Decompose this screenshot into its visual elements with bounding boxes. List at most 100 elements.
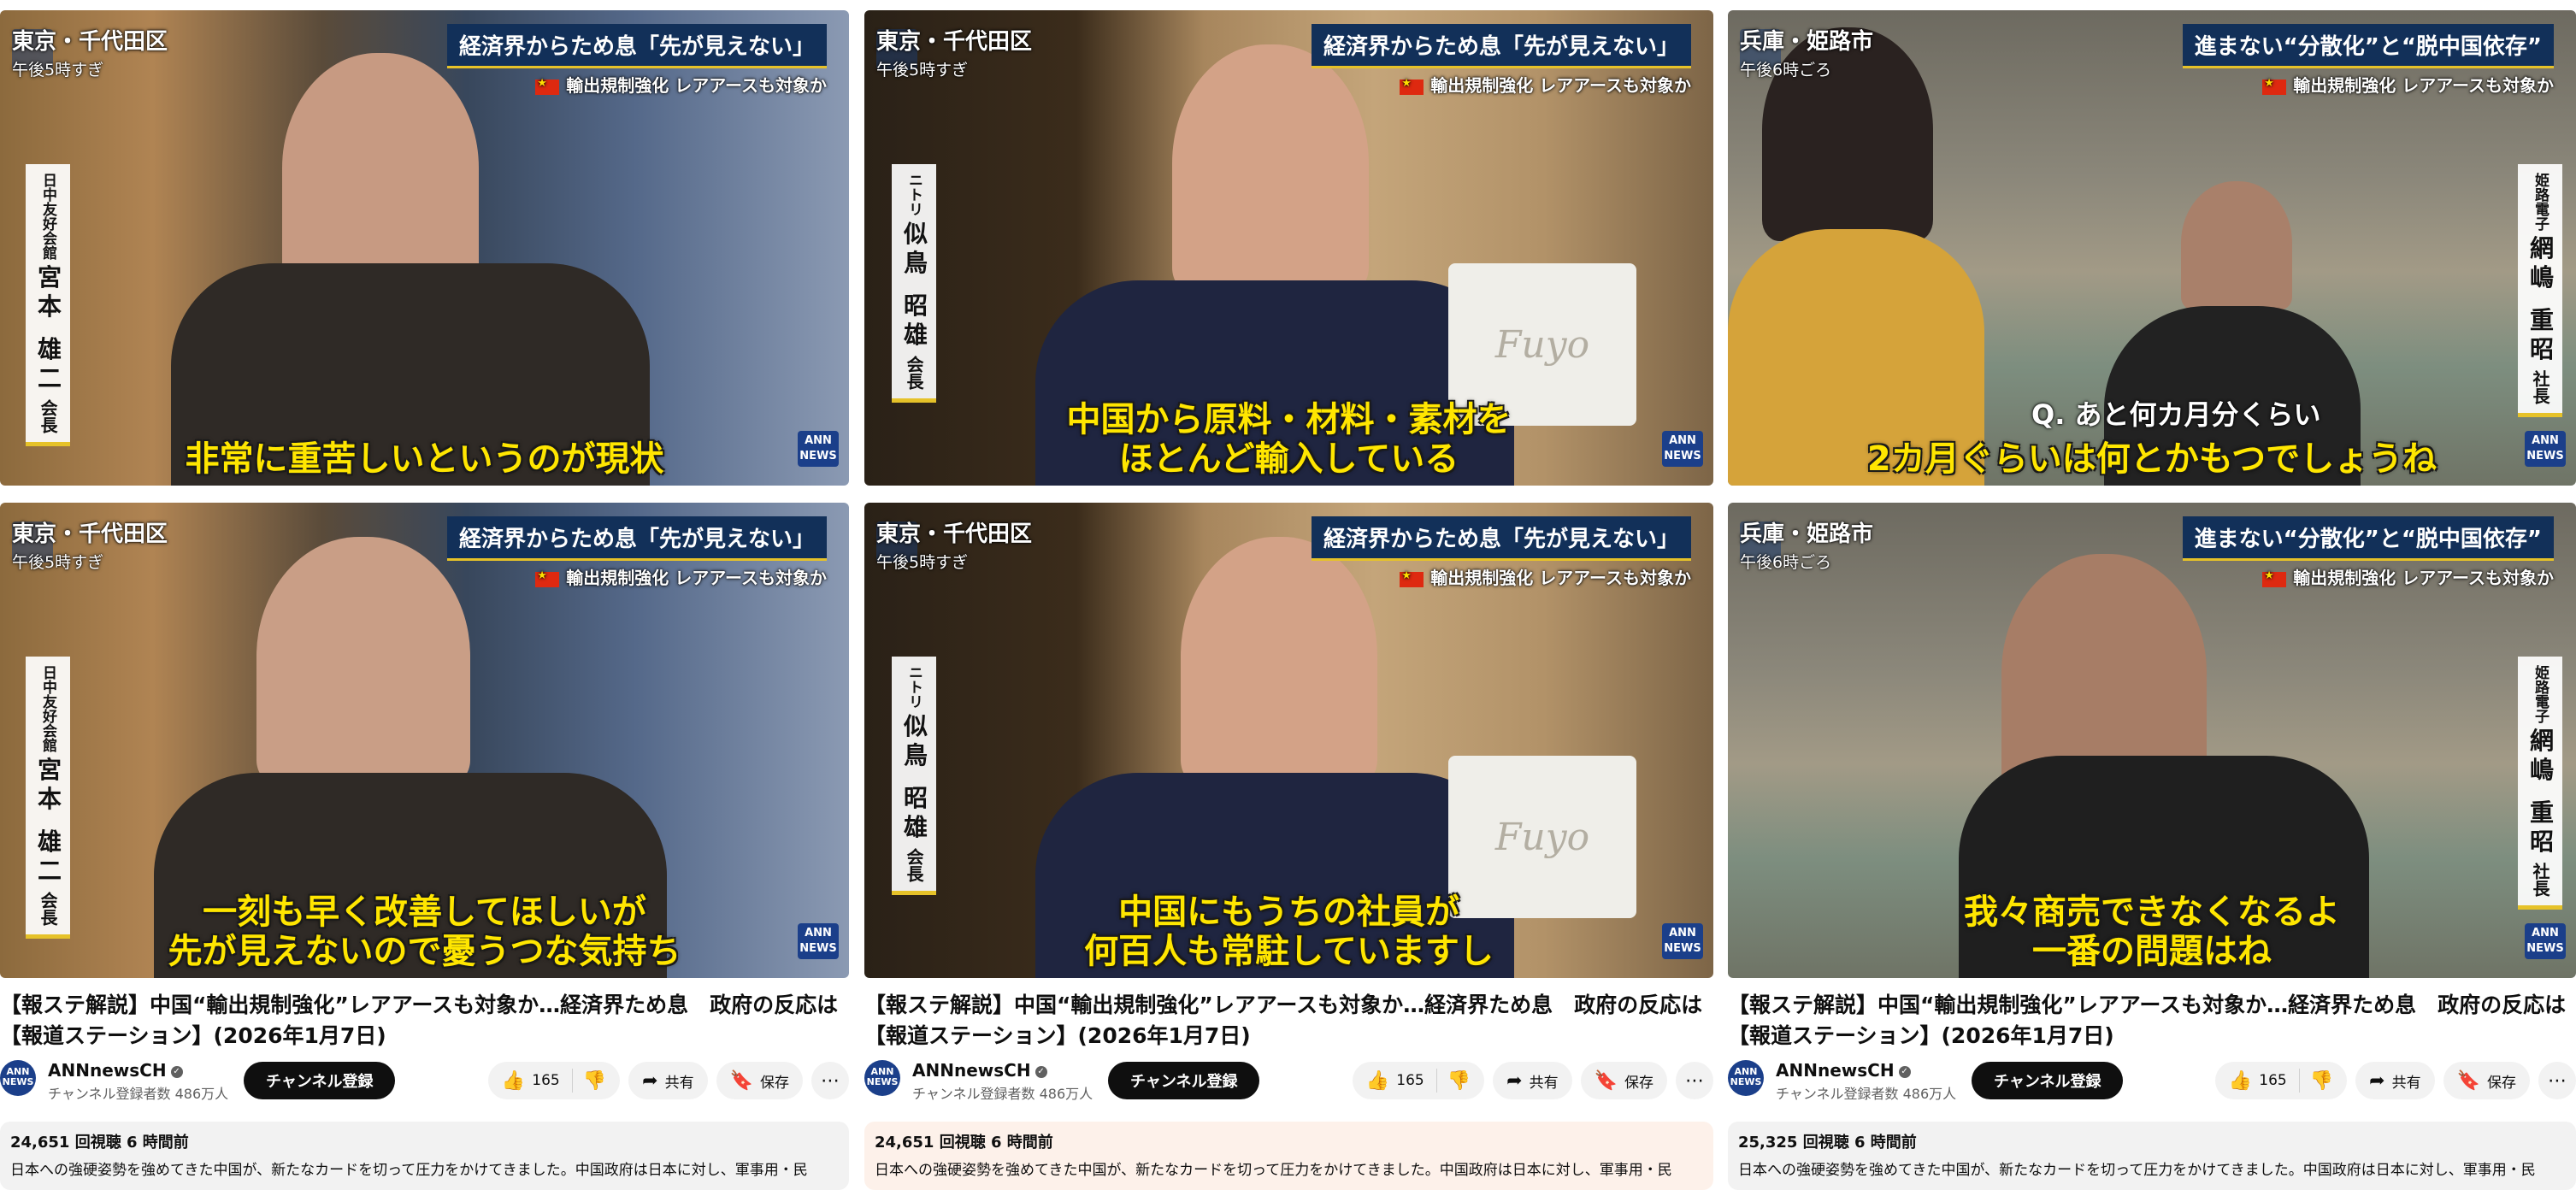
ann-news-logo: ANN NEWS [1662,923,1703,959]
china-flag-icon [2262,77,2287,95]
ann-news-logo: ANN NEWS [2525,431,2566,467]
subtitle-caption: 非常に重苦しいというのが現状 [185,439,664,479]
share-button[interactable]: ➦ 共有 [628,1062,708,1099]
subtitle-caption: 中国にもうちの社員が 何百人も常駐していますし [1084,892,1494,971]
dislike-button[interactable]: 👎 [1437,1070,1484,1092]
thumbs-up-icon: 👍 [501,1069,526,1092]
video-frame-bottom[interactable]: 兵庫・姫路市 午後6時ごろ 進まない“分散化”と“脱中国依存” 輸出規制強化 レ… [1728,503,2576,978]
news-headline: 経済界からため息「先が見えない」 輸出規制強化 レアアースも対象か [1311,24,1691,97]
speaker-nameplate: 姫路電子 網嶋 重昭 社長 [2518,164,2562,417]
description-text: 日本への強硬姿勢を強めてきた中国が、新たなカードを切って圧力をかけてきました。中… [875,1162,1672,1179]
subtitle-caption: 中国から原料・材料・素材を ほとんど輸入している [1066,400,1512,479]
subscribe-button[interactable]: チャンネル登録 [1108,1062,1260,1099]
interview-question: Q. あと何カ月分くらい [2031,398,2321,431]
subtitle-caption: 2カ月ぐらいは何とかもつでしょうね [1866,439,2437,479]
speaker-nameplate: 姫路電子 網嶋 重昭 社長 [2518,657,2562,910]
dislike-button[interactable]: 👎 [573,1070,620,1092]
more-options-button[interactable]: ⋯ [811,1062,849,1099]
subtitle-caption: 我々商売できなくなるよ 一番の問題はね [1964,892,2340,971]
subtitle-caption: 一刻も早く改善してほしいが 先が見えないので憂うつな気持ち [168,892,681,971]
subscribe-button[interactable]: チャンネル登録 [1972,1062,2124,1099]
video-frame-top[interactable]: 兵庫・姫路市 午後6時ごろ 進まない“分散化”と“脱中国依存” 輸出規制強化 レ… [1728,10,2576,486]
china-flag-icon [1400,77,1424,95]
ann-news-logo: ANN NEWS [798,431,839,467]
bookmark-icon: 🔖 [2456,1069,2480,1092]
more-options-button[interactable]: ⋯ [2538,1062,2576,1099]
location-overlay: 東京・千代田区 午後5時すぎ [876,29,1033,80]
owner-row: ANN NEWS ANNnewsCH ✓ チャンネル登録者数 486万人 チャンネ… [1728,1060,2576,1105]
subheadline: 輸出規制強化 レアアースも対象か [447,564,827,589]
action-buttons: 👍 165 👎 ➦ 共有 🔖 保存 ⋯ [1352,1062,1713,1099]
speaker-head [256,537,470,785]
description-text: 日本への強硬姿勢を強めてきた中国が、新たなカードを切って圧力をかけてきました。中… [1738,1162,2536,1179]
description-box[interactable]: 25,325 回視聴 6 時間前 日本への強硬姿勢を強めてきた中国が、新たなカー… [1728,1122,2576,1190]
ann-news-logo: ANN NEWS [2525,923,2566,959]
view-count: 25,325 回視聴 6 時間前 [1738,1134,1917,1152]
save-button[interactable]: 🔖 保存 [1580,1062,1667,1099]
bookmark-icon: 🔖 [729,1069,753,1092]
share-icon: ➦ [1506,1069,1523,1092]
channel-avatar[interactable]: ANN NEWS [0,1060,36,1096]
owner-row: ANN NEWS ANNnewsCH ✓ チャンネル登録者数 486万人 チャンネ… [864,1060,1713,1105]
like-dislike-group: 👍 165 👎 [2214,1062,2348,1099]
verified-icon: ✓ [170,1065,183,1078]
more-options-button[interactable]: ⋯ [1676,1062,1713,1099]
more-icon: ⋯ [2548,1069,2567,1092]
view-count: 24,651 回視聴 6 時間前 [10,1134,189,1152]
ann-news-logo: ANN NEWS [798,923,839,959]
thumbs-up-icon: 👍 [2228,1069,2253,1092]
like-button[interactable]: 👍 165 [488,1069,573,1093]
channel-avatar[interactable]: ANN NEWS [864,1060,900,1096]
location-overlay: 東京・千代田区 午後5時すぎ [876,521,1033,572]
thumbs-up-icon: 👍 [1365,1069,1390,1092]
more-icon: ⋯ [1685,1069,1704,1092]
thumbs-down-icon: 👎 [1447,1069,1471,1092]
share-icon: ➦ [642,1069,658,1092]
video-title: 【報ステ解説】中国“輸出規制強化”レアアースも対象か…経済界ため息 政府の反応は… [1728,993,2567,1048]
channel-name[interactable]: ANNnewsCH ✓ [1776,1060,1911,1081]
channel-avatar[interactable]: ANN NEWS [1728,1060,1764,1096]
subheadline: 輸出規制強化 レアアースも対象か [2183,564,2554,589]
description-text: 日本への強硬姿勢を強めてきた中国が、新たなカードを切って圧力をかけてきました。中… [10,1162,808,1179]
share-icon: ➦ [2369,1069,2385,1092]
time-text: 午後5時すぎ [12,61,104,80]
more-icon: ⋯ [821,1069,840,1092]
video-frame-top[interactable]: 東京・千代田区 午後5時すぎ 経済界からため息「先が見えない」 輸出規制強化 レ… [0,10,849,486]
like-dislike-group: 👍 165 👎 [487,1062,621,1099]
bookmark-icon: 🔖 [1594,1069,1618,1092]
channel-name[interactable]: ANNnewsCH ✓ [48,1060,183,1081]
action-buttons: 👍 165 👎 ➦ 共有 🔖 保存 ⋯ [2214,1062,2576,1099]
channel-name[interactable]: ANNnewsCH ✓ [912,1060,1047,1081]
video-frame-bottom[interactable]: Fuyo 東京・千代田区 午後5時すぎ 経済界からため息「先が見えない」 輸出規… [864,503,1713,978]
thumbs-down-icon: 👎 [2309,1069,2334,1092]
save-button[interactable]: 🔖 保存 [716,1062,803,1099]
ann-news-logo: ANN NEWS [1662,431,1703,467]
share-button[interactable]: ➦ 共有 [1493,1062,1572,1099]
location-overlay: 東京・千代田区 午後5時すぎ [12,24,168,80]
description-box[interactable]: 24,651 回視聴 6 時間前 日本への強硬姿勢を強めてきた中国が、新たなカー… [864,1122,1713,1190]
video-frame-top[interactable]: Fuyo 東京・千代田区 午後5時すぎ 経済界からため息「先が見えない」 輸出規… [864,10,1713,486]
location-overlay: 東京・千代田区 午後5時すぎ [12,521,168,572]
video-frame-bottom[interactable]: 東京・千代田区 午後5時すぎ 経済界からため息「先が見えない」 輸出規制強化 レ… [0,503,849,978]
view-count: 24,651 回視聴 6 時間前 [875,1134,1053,1152]
video-title: 【報ステ解説】中国“輸出規制強化”レアアースも対象か…経済界ため息 政府の反応は… [0,993,839,1048]
dislike-button[interactable]: 👎 [2300,1070,2347,1092]
news-headline: 進まない“分散化”と“脱中国依存” 輸出規制強化 レアアースも対象か [2182,516,2554,589]
news-headline: 経済界からため息「先が見えない」 輸出規制強化 レアアースも対象か [1311,516,1691,589]
description-box[interactable]: 24,651 回視聴 6 時間前 日本への強硬姿勢を強めてきた中国が、新たなカー… [0,1122,849,1190]
headline-text: 経済界からため息「先が見えない」 [446,24,827,68]
video-title: 【報ステ解説】中国“輸出規制強化”レアアースも対象か…経済界ため息 政府の反応は… [864,993,1703,1048]
subscribe-button[interactable]: チャンネル登録 [244,1062,396,1099]
subscriber-count: チャンネル登録者数 486万人 [48,1086,229,1102]
subheadline: 輸出規制強化 レアアースも対象か [1312,72,1691,97]
location-overlay: 兵庫・姫路市 午後6時ごろ [1740,521,1874,572]
china-flag-icon [535,569,560,587]
share-button[interactable]: ➦ 共有 [2355,1062,2435,1099]
save-button[interactable]: 🔖 保存 [2443,1062,2530,1099]
china-flag-icon [535,77,560,95]
news-headline: 進まない“分散化”と“脱中国依存” 輸出規制強化 レアアースも対象か [2182,24,2554,97]
like-button[interactable]: 👍 165 [1353,1069,1437,1093]
like-dislike-group: 👍 165 👎 [1352,1062,1485,1099]
subscriber-count: チャンネル登録者数 486万人 [912,1086,1093,1102]
like-button[interactable]: 👍 165 [2215,1069,2300,1093]
